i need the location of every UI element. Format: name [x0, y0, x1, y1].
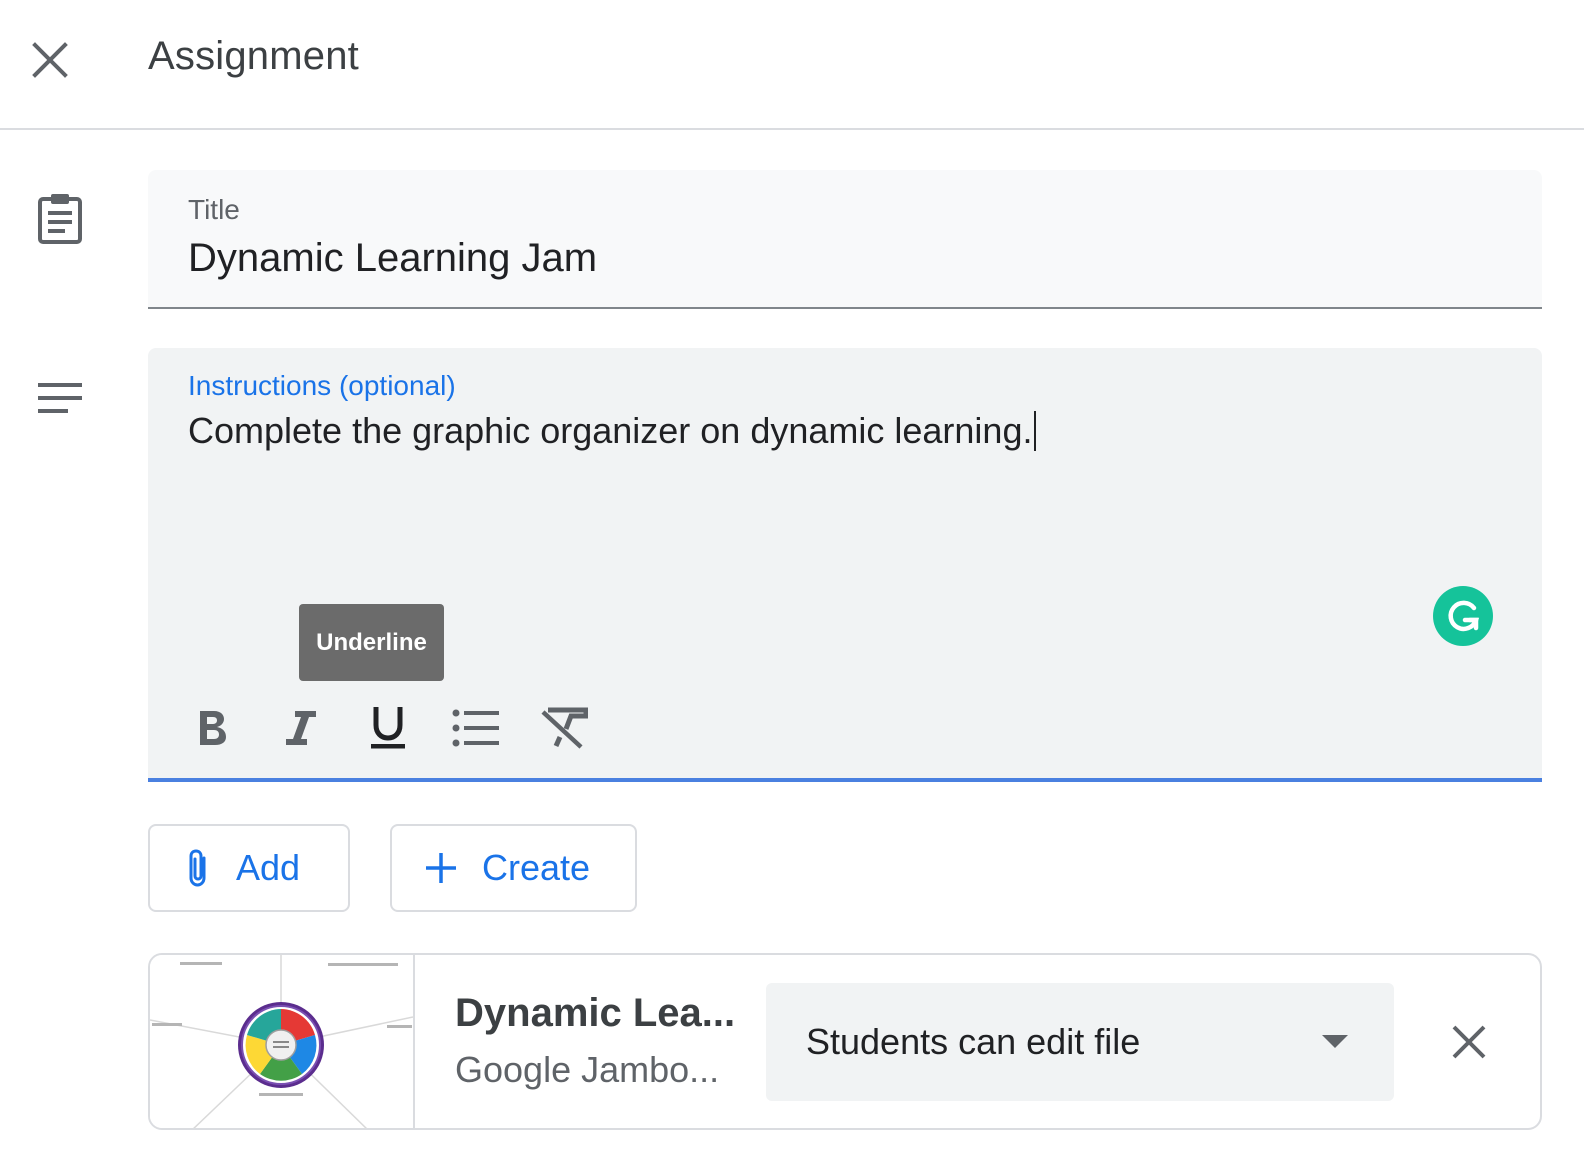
bulleted-list-icon: [452, 709, 499, 747]
clear-formatting-icon: [541, 707, 588, 749]
notes-lines-icon: [30, 368, 90, 428]
create-label: Create: [482, 847, 591, 888]
close-button[interactable]: [20, 30, 80, 90]
attachment-thumbnail[interactable]: [150, 955, 415, 1128]
text-caret: [1034, 411, 1037, 451]
instructions-label: Instructions (optional): [188, 370, 456, 401]
italic-button[interactable]: [256, 698, 344, 758]
clear-formatting-button[interactable]: [520, 698, 608, 758]
attachment-type: Google Jambo...: [455, 1049, 720, 1090]
assignment-clipboard-icon: [30, 188, 90, 248]
bulleted-list-button[interactable]: [432, 698, 520, 758]
underline-tooltip: Underline: [299, 604, 444, 681]
dialog-header: Assignment: [0, 0, 1584, 130]
title-input[interactable]: Dynamic Learning Jam: [188, 236, 597, 281]
title-field[interactable]: Title Dynamic Learning Jam: [148, 170, 1542, 309]
permission-value: Students can edit file: [806, 1021, 1141, 1062]
add-label: Add: [236, 847, 301, 888]
grammarly-button[interactable]: [1433, 586, 1493, 646]
close-icon: [32, 42, 68, 78]
dialog-title: Assignment: [148, 34, 359, 78]
instructions-field[interactable]: Instructions (optional) Complete the gra…: [148, 348, 1542, 782]
attachment-title[interactable]: Dynamic Lea...: [455, 991, 735, 1036]
title-label: Title: [188, 194, 240, 225]
instructions-text: Complete the graphic organizer on dynami…: [188, 410, 1033, 451]
create-button[interactable]: Create: [390, 824, 637, 912]
bold-button[interactable]: [168, 698, 256, 758]
plus-icon: [426, 853, 456, 883]
add-attachment-button[interactable]: Add: [148, 824, 350, 912]
remove-attachment-button[interactable]: [1438, 1011, 1500, 1073]
dropdown-arrow-icon: [1322, 1035, 1348, 1048]
permission-dropdown[interactable]: Students can edit file: [766, 983, 1394, 1101]
underline-icon: [371, 707, 405, 749]
underline-button[interactable]: [344, 698, 432, 758]
instructions-input[interactable]: Complete the graphic organizer on dynami…: [188, 410, 1037, 452]
close-icon: [1452, 1025, 1486, 1059]
bold-icon: [200, 711, 226, 745]
paperclip-icon: [189, 849, 206, 887]
format-toolbar: [168, 698, 608, 758]
grammarly-icon: [1448, 600, 1480, 632]
italic-icon: [286, 711, 316, 745]
attachment-card: Dynamic Lea... Google Jambo... Students …: [148, 953, 1542, 1130]
